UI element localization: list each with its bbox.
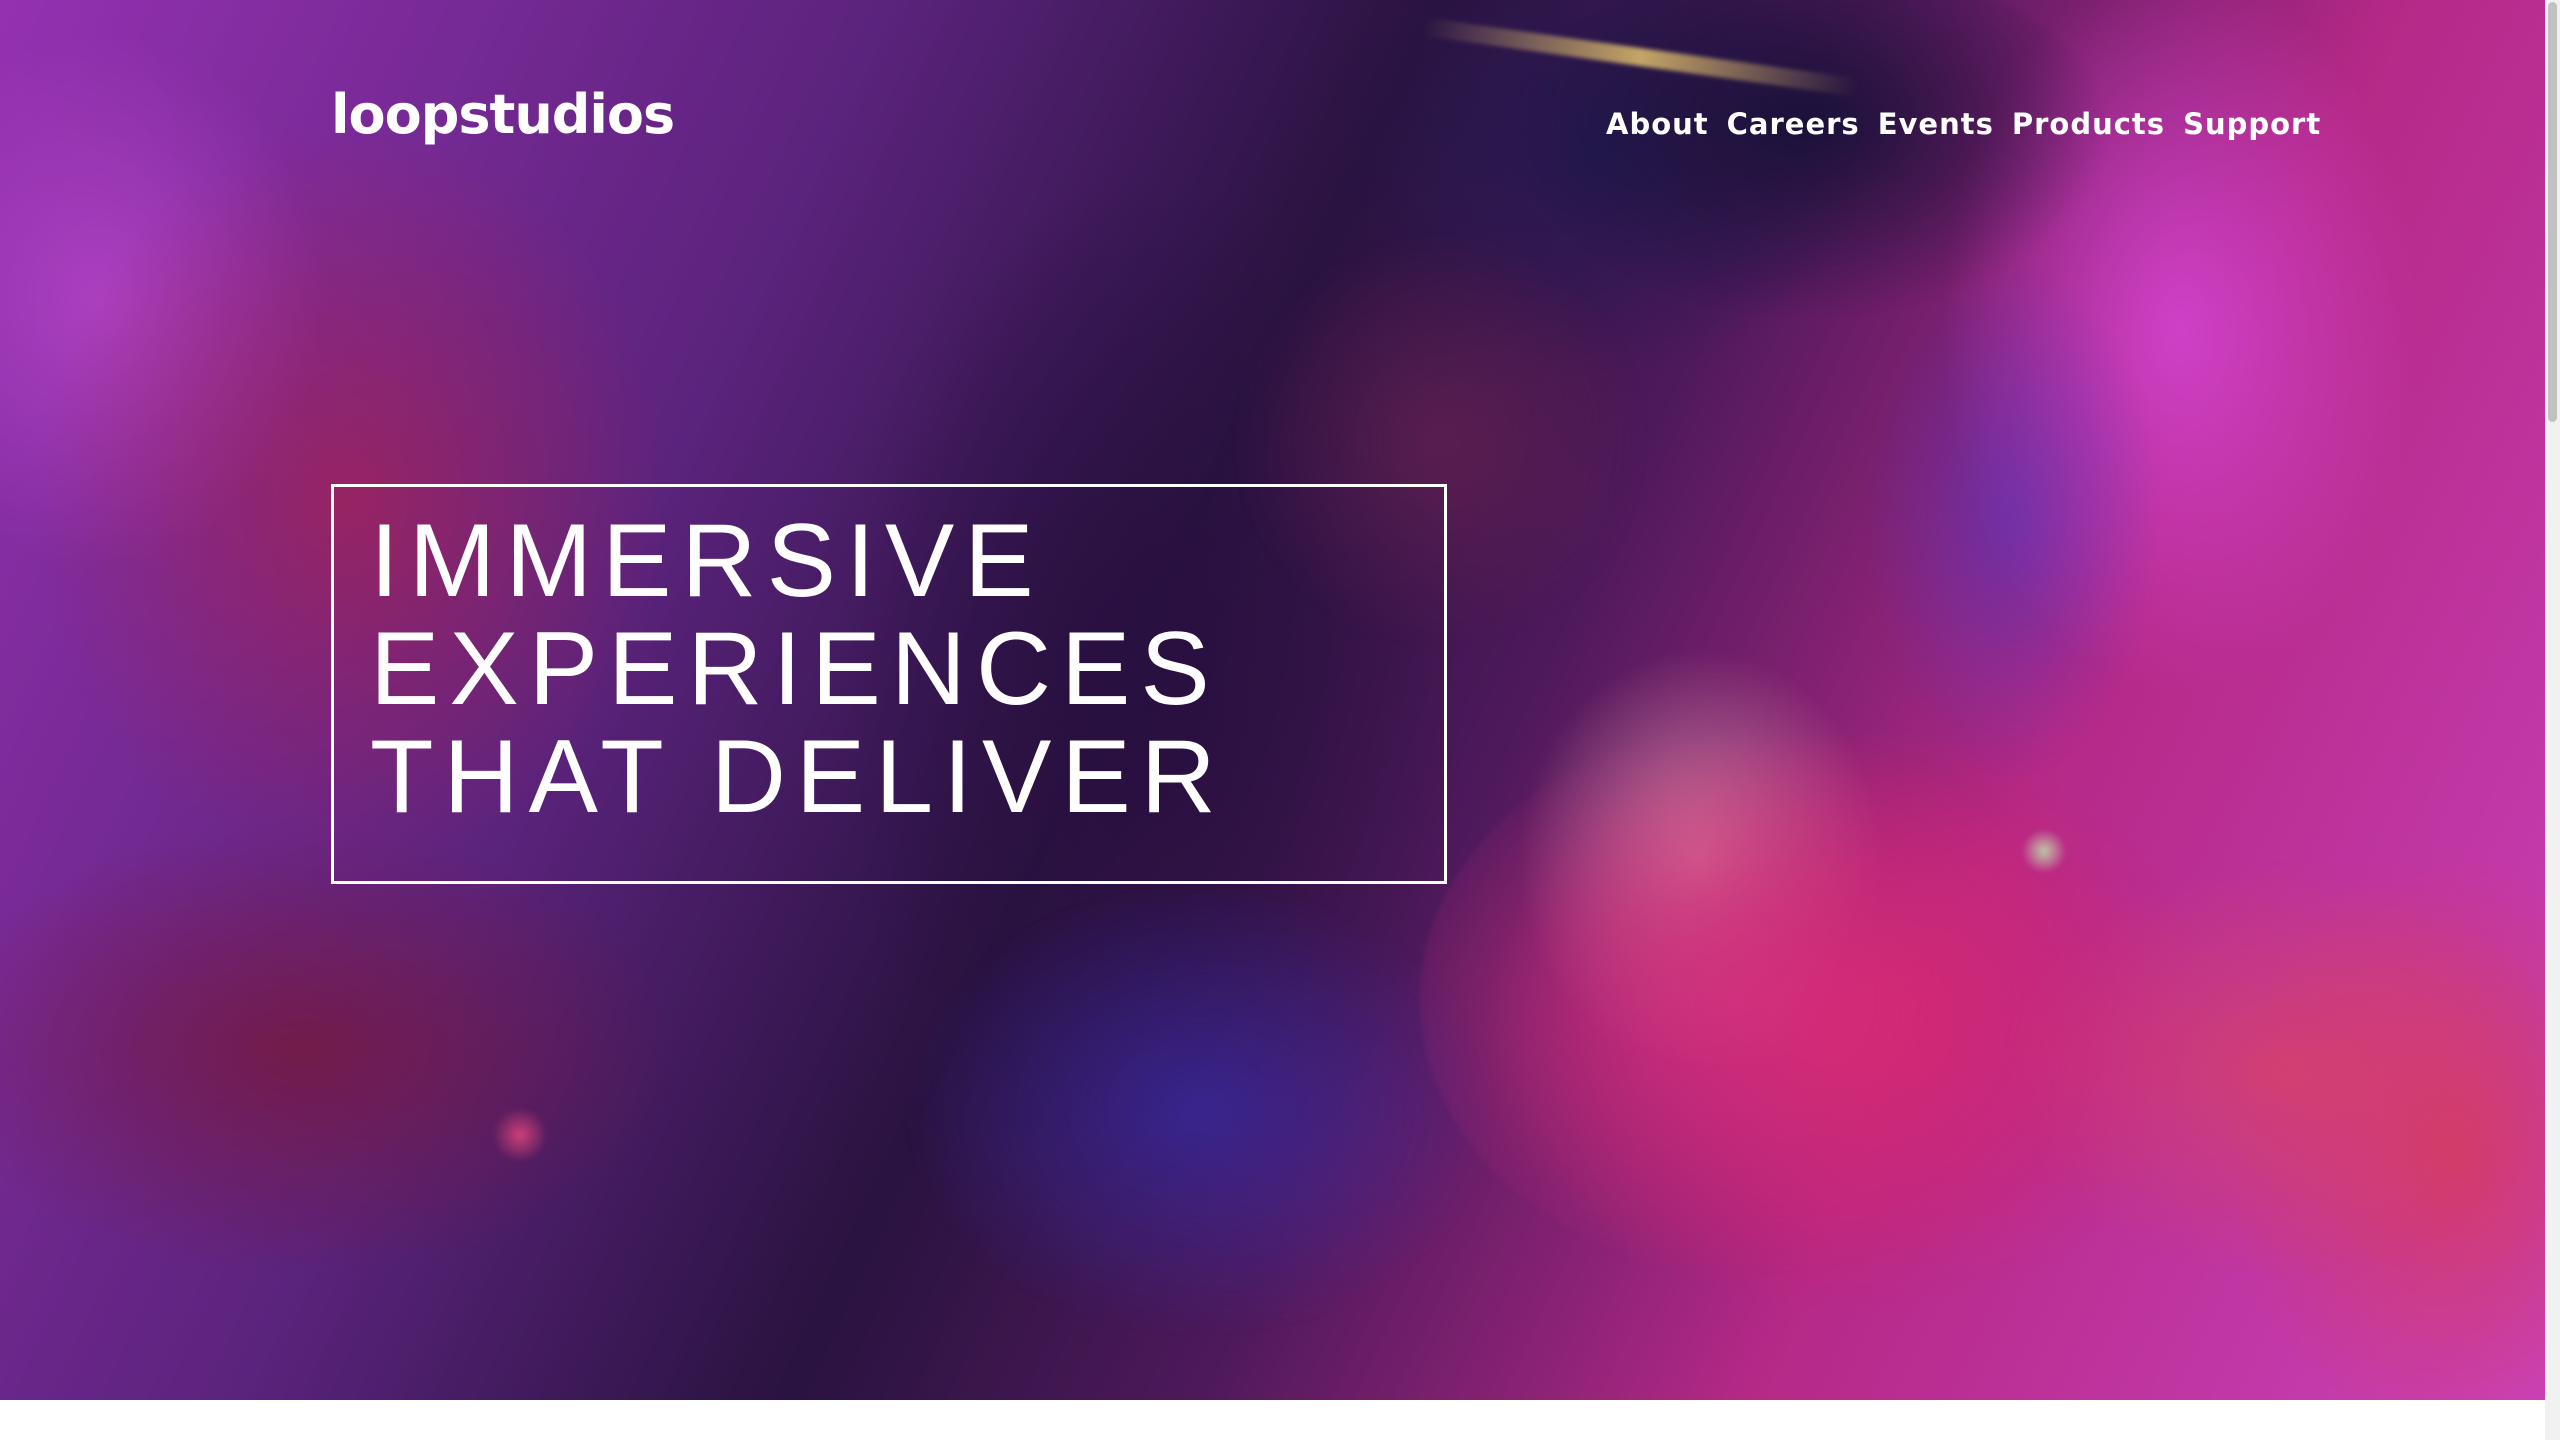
- nav-link-support[interactable]: Support: [2183, 104, 2321, 144]
- scrollbar-track[interactable]: [2545, 0, 2560, 1440]
- nav-link-careers[interactable]: Careers: [1727, 104, 1860, 144]
- hero-headline-box: IMMERSIVE EXPERIENCES THAT DELIVER: [331, 484, 1447, 884]
- main-nav: About Careers Events Products Support: [1606, 104, 2321, 144]
- hero-headline-line-1: IMMERSIVE: [370, 503, 1044, 619]
- nav-link-events[interactable]: Events: [1878, 104, 1994, 144]
- page: loopstudios About Careers Events Product…: [0, 0, 2560, 1440]
- scrollbar-thumb[interactable]: [2548, 2, 2557, 422]
- nav-link-about[interactable]: About: [1606, 104, 1709, 144]
- nav-link-products[interactable]: Products: [2012, 104, 2165, 144]
- hero-headline: IMMERSIVE EXPERIENCES THAT DELIVER: [370, 507, 1430, 831]
- hero-headline-line-2: EXPERIENCES: [370, 611, 1220, 727]
- hero-headline-line-3: THAT DELIVER: [370, 719, 1226, 835]
- site-logo[interactable]: loopstudios: [331, 82, 675, 148]
